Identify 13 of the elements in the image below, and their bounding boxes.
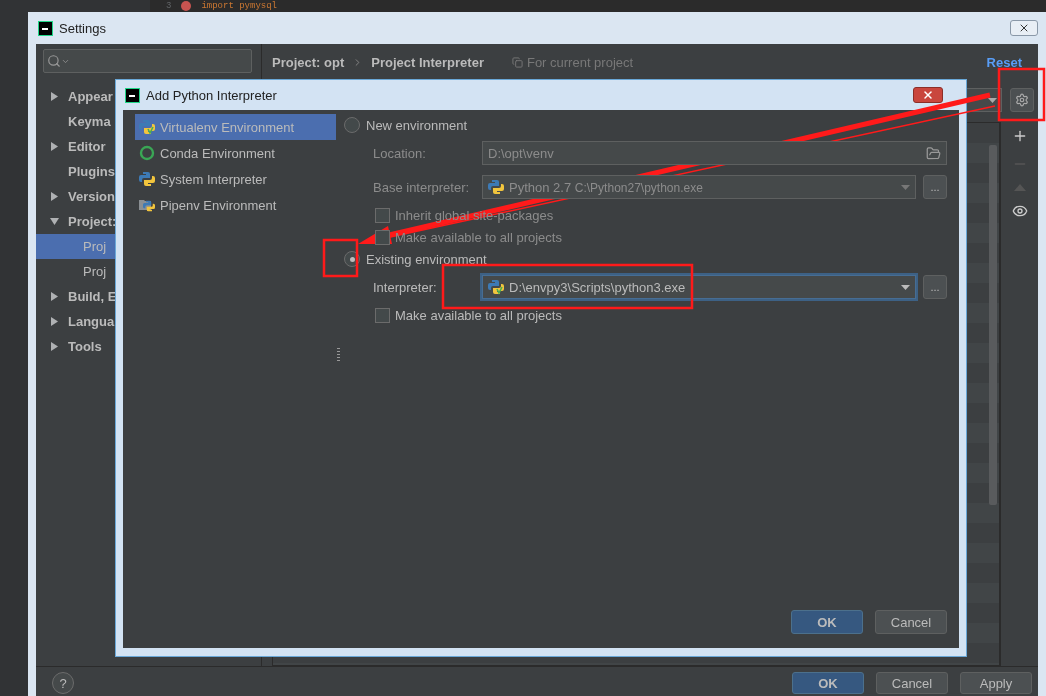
window-title: Settings <box>59 20 106 36</box>
field-label: Base interpreter: <box>373 179 471 195</box>
checkbox-label: Make available to all projects <box>395 229 562 245</box>
breadcrumb-item: Project: opt <box>272 54 345 70</box>
radio-label: New environment <box>366 117 468 133</box>
radio-label: Existing environment <box>366 251 487 267</box>
field-label: Location: <box>373 145 427 161</box>
field-label: Interpreter: <box>373 279 438 295</box>
dialog-title: Add Python Interpreter <box>146 87 277 103</box>
checkbox-label: Make available to all projects <box>395 307 562 323</box>
scope-label: For current project <box>526 54 634 70</box>
breadcrumb-item: Project Interpreter <box>371 54 484 70</box>
code-line: import pymysql <box>201 1 278 11</box>
